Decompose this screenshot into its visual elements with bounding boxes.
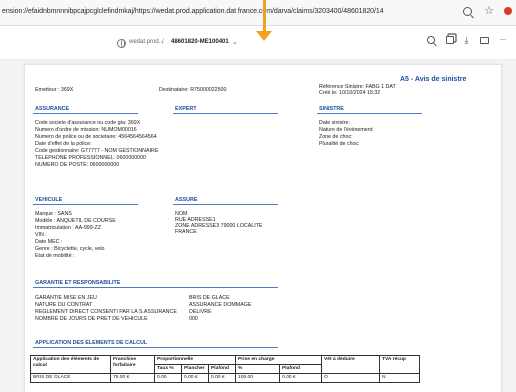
recording-dot-icon	[504, 7, 512, 15]
table-cell: 75.00 €	[110, 373, 155, 383]
garantie-value: DELIVRE	[189, 309, 212, 315]
table-cell: 0.00 €	[208, 373, 236, 383]
sinistre-line: Pluralité de choc:	[319, 141, 360, 147]
document-title: A5 - Avis de sinistre	[400, 76, 467, 83]
table-header-cell: %	[235, 364, 280, 374]
table-cell: 0.00	[154, 373, 182, 383]
table-header-cell: Taux %	[154, 364, 182, 374]
star-icon[interactable]: ☆	[484, 6, 494, 17]
table-header-cell: TVA récup	[379, 355, 420, 374]
garantie-label: NOMBRE DE JOURS DE PRET DE VEHICULE	[35, 316, 148, 322]
section-divider	[317, 113, 422, 114]
garantie-label: REGLEMENT DIRECT CONSENTI PAR LA S.ASSUR…	[35, 309, 177, 315]
sinistre-line: Date sinistre:	[319, 120, 350, 126]
table-header-cell: Plancher	[181, 364, 209, 374]
assurance-line: Numero d'ordre de mission: NUMOM00016	[35, 127, 137, 133]
vehicule-line: Date MEC :	[35, 239, 63, 245]
table-header-cell: Proportionnelle	[154, 355, 236, 365]
vehicule-line: Etat de mobilité :	[35, 253, 75, 259]
vehicule-line: VIN :	[35, 232, 47, 238]
pdf-page: A5 - Avis de sinistre Emetteur : 369X De…	[24, 64, 502, 392]
section-divider	[33, 204, 138, 205]
pdf-filename: 48601820-ME100401	[171, 39, 229, 45]
copy-icon[interactable]	[445, 36, 454, 44]
pdf-breadcrumb-separator: /	[162, 39, 164, 45]
table-row: BRIS DE GLACE 75.00 € 0.00 0.00 € 0.00 €…	[30, 373, 420, 383]
zoom-icon[interactable]	[463, 6, 473, 16]
table-cell: 100.00	[235, 373, 280, 383]
table-cell: N	[379, 373, 420, 383]
table-cell: BRIS DE GLACE	[30, 373, 111, 383]
url-text[interactable]: ension://efaidnbmnnnibpcajpcglclefindmka…	[2, 8, 384, 15]
sinistre-line: Nature de l'événement:	[319, 127, 374, 133]
table-header-cell: Plafond	[279, 364, 322, 374]
search-icon[interactable]	[426, 36, 435, 44]
address-bar-actions: ☆	[463, 6, 512, 17]
section-sinistre-heading: SINISTRE	[319, 106, 344, 112]
annotation-arrow-shaft	[263, 0, 266, 33]
more-icon[interactable]: ···	[500, 36, 507, 44]
assurance-line: NUMERO DE POSTE: 0600000000	[35, 162, 120, 168]
print-icon[interactable]	[479, 36, 489, 44]
assurance-line: Date d'effet de la police:	[35, 141, 92, 147]
table-header-cell: Prise en charge	[235, 355, 322, 365]
section-application-heading: APPLICATION DES ELEMENTS DE CALCUL	[35, 340, 148, 346]
section-assurance-heading: ASSURANCE	[35, 106, 70, 112]
section-divider	[33, 113, 138, 114]
emetteur-text: Emetteur : 369X	[35, 87, 74, 93]
download-icon[interactable]: ⤓	[465, 36, 469, 45]
pdf-tools: ⤓ ···	[426, 36, 507, 45]
assurance-line: TELEPHONE PROFESSIONNEL: 0600000000	[35, 155, 146, 161]
garantie-label: GARANTIE MISE EN JEU	[35, 295, 97, 301]
section-divider	[33, 287, 278, 288]
chevron-down-icon[interactable]: ⌄	[232, 38, 238, 46]
pdf-site-label: wedat.prod...	[129, 39, 164, 45]
assurance-line: Numero de police ou de societaire: 45645…	[35, 134, 157, 140]
table-cell: O	[321, 373, 380, 383]
table-header-cell: Application des éléments de calcul	[30, 355, 111, 374]
section-divider	[33, 347, 278, 348]
assurance-line: Code gestionnaire: G77777 - NOM GESTIONN…	[35, 148, 159, 154]
section-expert-heading: EXPERT	[175, 106, 197, 112]
vehicule-line: Immatriculation : AA-999-ZZ	[35, 225, 101, 231]
vehicule-line: Marque : SANS	[35, 211, 72, 217]
table-cell: 0.00 €	[181, 373, 209, 383]
garantie-value: ASSURANCE DOMMAGE	[189, 302, 252, 308]
calcul-table: Application des éléments de calcul Franc…	[30, 355, 420, 383]
address-bar[interactable]: ension://efaidnbmnnnibpcajpcglclefindmka…	[0, 0, 516, 26]
table-cell: 0.00 €	[279, 373, 322, 383]
vehicule-line: Modèle : ANQUETIL DE COURSE	[35, 218, 116, 224]
garantie-label: NATURE DU CONTRAT	[35, 302, 93, 308]
garantie-value: BRIS DE GLACE	[189, 295, 230, 301]
sinistre-line: Zone de choc:	[319, 134, 353, 140]
section-divider	[173, 113, 278, 114]
section-vehicule-heading: VEHICULE	[35, 197, 63, 203]
assure-line: FRANCE	[175, 229, 197, 235]
garantie-value: 000	[189, 316, 198, 322]
destinataire-text: Destinataire: R75000022500	[159, 87, 227, 93]
date-creation-text: Créé le: 10/10/2024 15:32	[319, 90, 381, 96]
table-header-cell: Plafond	[208, 364, 236, 374]
assurance-line: Code societe d'assurance ou code gta: 36…	[35, 120, 141, 126]
table-header-cell: Vét à déduire	[321, 355, 380, 374]
globe-icon	[117, 39, 126, 48]
section-garantie-heading: GARANTIE ET RESPONSABILITE	[35, 280, 121, 286]
table-header-row: Application des éléments de calcul Franc…	[30, 355, 420, 374]
annotation-arrow-icon	[256, 31, 272, 41]
section-assure-heading: ASSURE	[175, 197, 198, 203]
pdf-viewer[interactable]: A5 - Avis de sinistre Emetteur : 369X De…	[0, 60, 516, 392]
section-divider	[173, 204, 278, 205]
vehicule-line: Genre : Bicyclette, cycle, velo	[35, 246, 105, 252]
table-header-cell: Franchise forfaitaire	[110, 355, 155, 374]
